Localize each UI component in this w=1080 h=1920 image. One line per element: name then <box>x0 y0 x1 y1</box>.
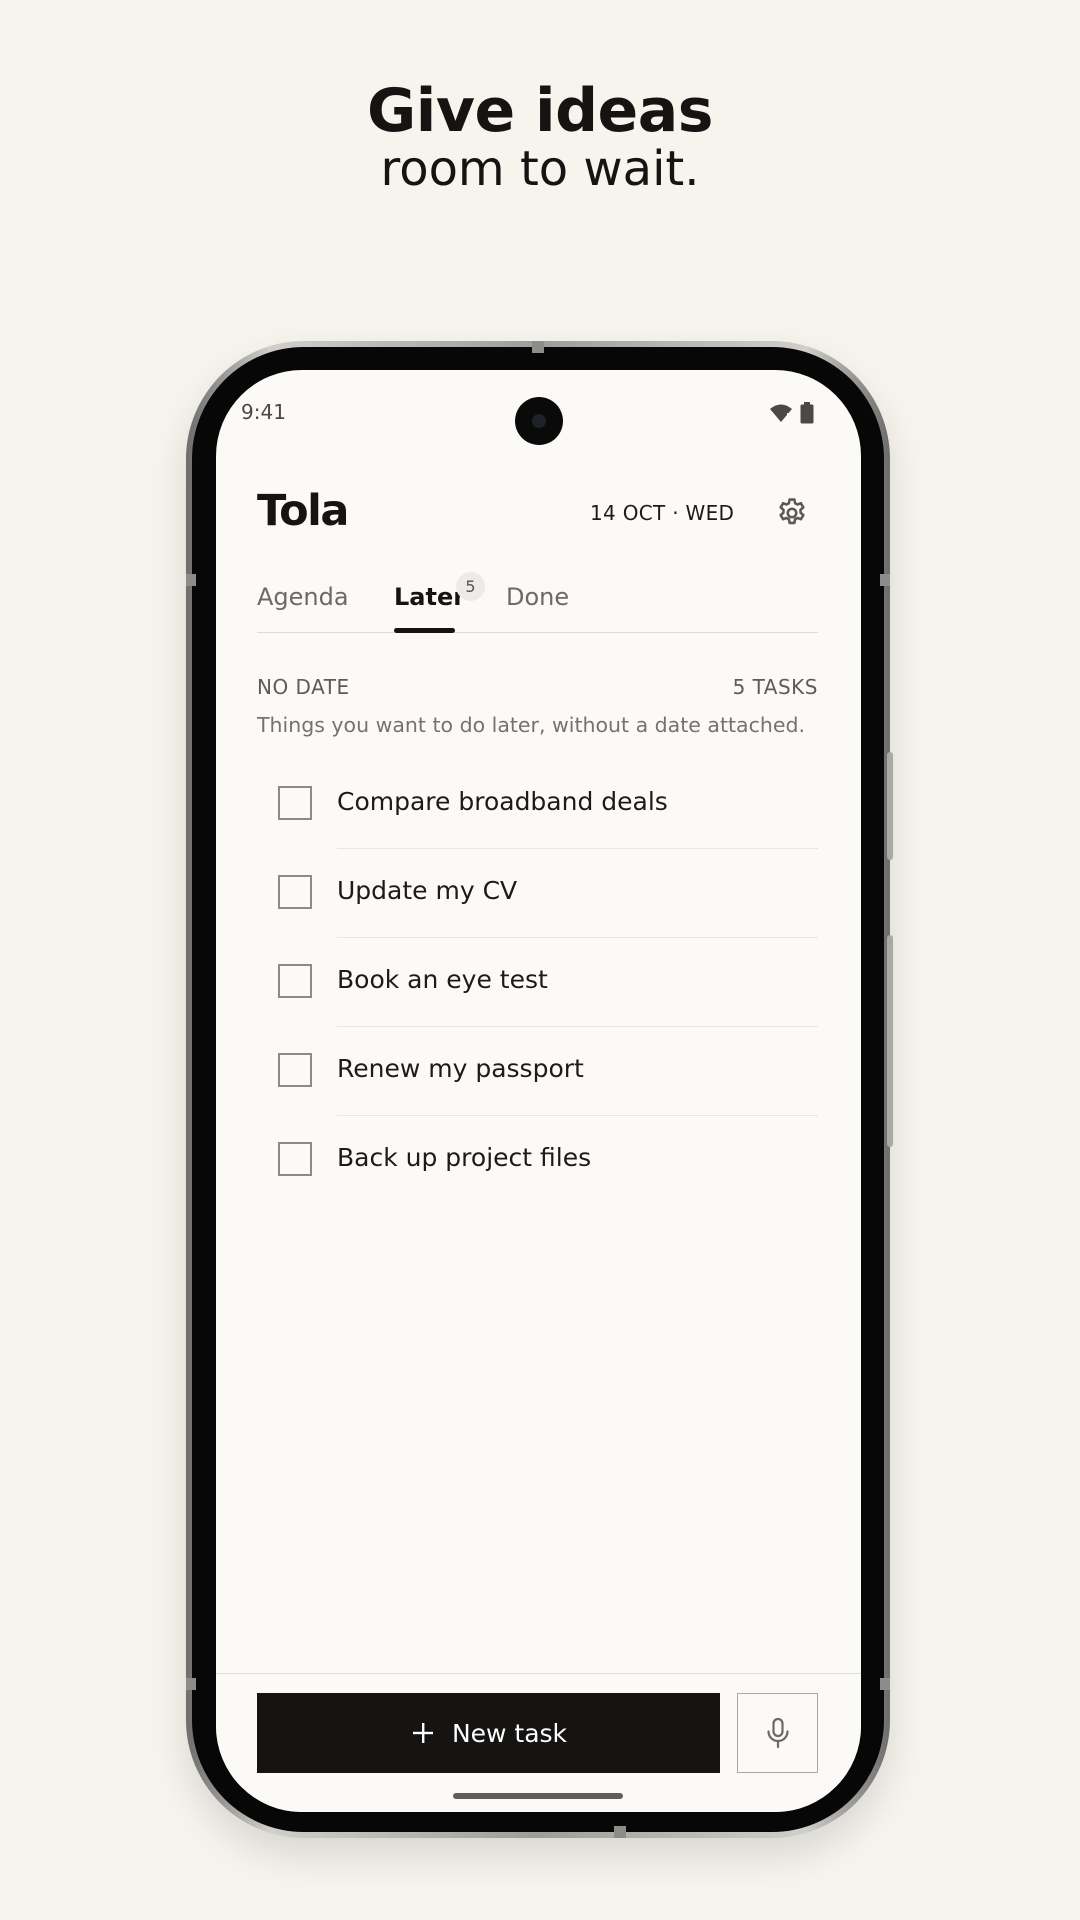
phone-screen: 9:41 Tola 14 OCT · WED Agenda Later 5 Do… <box>216 370 861 1812</box>
wifi-icon <box>770 404 792 423</box>
task-checkbox[interactable] <box>278 786 312 820</box>
status-icons <box>769 402 814 424</box>
task-row[interactable]: Update my CV <box>257 849 818 938</box>
task-row[interactable]: Book an eye test <box>257 938 818 1027</box>
task-checkbox[interactable] <box>278 1142 312 1176</box>
plus-icon <box>412 1723 433 1743</box>
task-list: Compare broadband deals Update my CV Boo… <box>257 760 818 1205</box>
new-task-button[interactable]: New task <box>257 1693 720 1773</box>
task-label[interactable]: Book an eye test <box>337 965 548 994</box>
battery-icon <box>800 402 814 424</box>
task-label[interactable]: Renew my passport <box>337 1054 584 1083</box>
headline-line-2: room to wait. <box>380 141 700 197</box>
tab-agenda[interactable]: Agenda <box>257 583 349 611</box>
settings-button[interactable] <box>775 496 809 530</box>
task-checkbox[interactable] <box>278 964 312 998</box>
antenna-band <box>880 574 890 586</box>
task-label[interactable]: Back up project files <box>337 1143 591 1172</box>
antenna-band <box>186 574 196 586</box>
antenna-band <box>614 1826 626 1838</box>
antenna-band <box>186 1678 196 1690</box>
gear-icon <box>779 498 805 525</box>
section-task-count: 5 TASKS <box>732 675 818 699</box>
app-title: Tola <box>257 486 349 536</box>
tab-later-count-badge: 5 <box>456 572 485 601</box>
microphone-icon <box>766 1717 789 1749</box>
new-task-label: New task <box>451 1718 568 1748</box>
task-checkbox[interactable] <box>278 1053 312 1087</box>
section-label: NO DATE <box>257 675 350 699</box>
active-tab-indicator <box>394 628 455 633</box>
power-button <box>887 935 893 1147</box>
antenna-band <box>532 341 544 353</box>
antenna-band <box>880 1678 890 1690</box>
status-time: 9:41 <box>241 400 286 424</box>
headline-line-1: Give ideas <box>367 76 713 146</box>
tab-later[interactable]: Later <box>394 583 465 611</box>
marketing-headline: Give ideas room to wait. <box>0 78 1080 194</box>
task-row[interactable]: Renew my passport <box>257 1027 818 1116</box>
task-checkbox[interactable] <box>278 875 312 909</box>
task-label[interactable]: Update my CV <box>337 876 517 905</box>
front-camera <box>515 397 563 445</box>
home-indicator[interactable] <box>453 1793 623 1799</box>
tab-bar: Agenda Later 5 Done <box>257 572 818 633</box>
task-row[interactable]: Back up project files <box>257 1116 818 1205</box>
voice-input-button[interactable] <box>737 1693 818 1773</box>
task-row[interactable]: Compare broadband deals <box>257 760 818 849</box>
task-label[interactable]: Compare broadband deals <box>337 787 668 816</box>
section-description: Things you want to do later, without a d… <box>257 713 806 737</box>
tab-done[interactable]: Done <box>506 583 569 611</box>
volume-button <box>887 752 893 860</box>
bottom-action-bar: New task <box>216 1673 861 1812</box>
current-date: 14 OCT · WED <box>590 501 735 525</box>
